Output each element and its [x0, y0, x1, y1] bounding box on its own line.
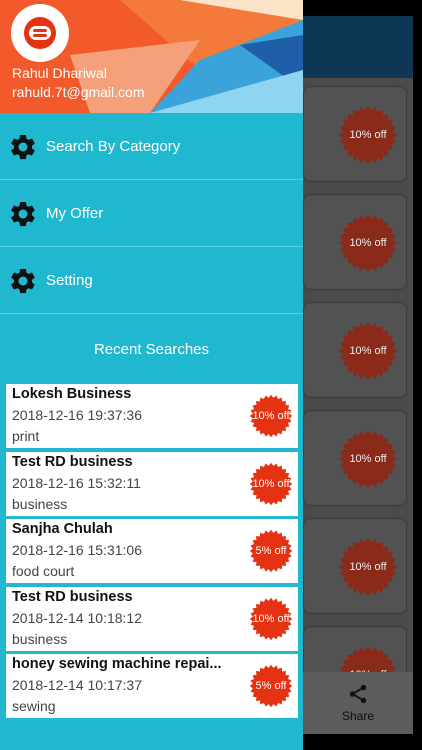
- drawer-header: Rahul Dhariwal rahuld.7t@gmail.com: [0, 0, 303, 113]
- avatar[interactable]: [11, 4, 69, 62]
- discount-label: 5% off: [255, 680, 287, 692]
- recent-searches-heading: Recent Searches: [93, 340, 210, 358]
- business-name: Sanjha Chulah: [12, 521, 113, 537]
- recent-search-item[interactable]: Test RD business 2018-12-16 15:32:11 bus…: [6, 452, 298, 516]
- share-icon: [349, 684, 367, 704]
- background-navbar: [303, 16, 413, 78]
- discount-badge: 10% off: [249, 597, 293, 641]
- offer-card[interactable]: 10% off: [303, 410, 407, 506]
- gear-icon: [11, 201, 35, 226]
- business-category: print: [12, 428, 40, 444]
- share-button[interactable]: Share: [303, 672, 413, 734]
- background-screen: 10% off 10% off 10% off 10% off 10% off …: [303, 0, 422, 750]
- offer-card[interactable]: 10% off: [303, 302, 407, 398]
- discount-badge: 10% off: [338, 105, 398, 165]
- business-name: Lokesh Business: [12, 386, 132, 402]
- recent-search-item[interactable]: Test RD business 2018-12-14 10:18:12 bus…: [6, 587, 298, 651]
- business-category: business: [12, 496, 68, 512]
- discount-label: 10% off: [349, 237, 387, 249]
- profile-email: rahuld.7t@gmail.com: [12, 84, 145, 100]
- search-timestamp: 2018-12-14 10:18:12: [12, 610, 142, 626]
- discount-badge: 10% off: [249, 462, 293, 506]
- menu-item-setting[interactable]: Setting: [0, 248, 303, 314]
- business-name: honey sewing machine repai...: [12, 656, 222, 672]
- search-timestamp: 2018-12-16 15:32:11: [12, 475, 141, 491]
- discount-label: 10% off: [349, 345, 387, 357]
- discount-label: 10% off: [349, 129, 387, 141]
- recent-search-item[interactable]: Lokesh Business 2018-12-16 19:37:36 prin…: [6, 384, 298, 448]
- profile-name: Rahul Dhariwal: [12, 65, 107, 81]
- discount-badge: 10% off: [338, 213, 398, 273]
- discount-badge: 10% off: [249, 394, 293, 438]
- gear-icon: [11, 134, 35, 159]
- menu-item-search-by-category[interactable]: Search By Category: [0, 114, 303, 180]
- menu-item-my-offer[interactable]: My Offer: [0, 181, 303, 247]
- business-name: Test RD business: [12, 454, 133, 470]
- menu-item-label: Search By Category: [46, 138, 181, 155]
- discount-label: 10% off: [349, 561, 387, 573]
- discount-badge: 10% off: [338, 537, 398, 597]
- offer-card[interactable]: 10% off: [303, 518, 407, 614]
- menu-item-label: My Offer: [46, 205, 104, 222]
- business-category: food court: [12, 563, 75, 579]
- share-label: Share: [341, 709, 375, 723]
- discount-label: 10% off: [349, 453, 387, 465]
- search-timestamp: 2018-12-16 19:37:36: [12, 407, 142, 423]
- business-category: sewing: [12, 698, 56, 714]
- recent-search-item[interactable]: Sanjha Chulah 2018-12-16 15:31:06 food c…: [6, 519, 298, 583]
- menu-item-label: Setting: [46, 272, 93, 289]
- discount-badge: 10% off: [338, 429, 398, 489]
- app-logo-icon: [24, 17, 56, 49]
- gear-icon: [11, 268, 35, 293]
- discount-badge: 5% off: [249, 529, 293, 573]
- recent-search-item[interactable]: honey sewing machine repai... 2018-12-14…: [6, 654, 298, 718]
- discount-badge: 5% off: [249, 664, 293, 708]
- discount-badge: 10% off: [338, 321, 398, 381]
- offer-card[interactable]: 10% off: [303, 194, 407, 290]
- discount-label: 5% off: [255, 545, 287, 557]
- discount-label: 10% off: [252, 410, 290, 422]
- business-name: Test RD business: [12, 589, 133, 605]
- search-timestamp: 2018-12-14 10:17:37: [12, 677, 142, 693]
- navigation-drawer: Rahul Dhariwal rahuld.7t@gmail.com Searc…: [0, 0, 303, 750]
- offer-card[interactable]: 10% off: [303, 86, 407, 182]
- discount-label: 10% off: [252, 613, 290, 625]
- business-category: business: [12, 631, 68, 647]
- discount-label: 10% off: [252, 478, 290, 490]
- search-timestamp: 2018-12-16 15:31:06: [12, 542, 142, 558]
- background-offer-list: 10% off 10% off 10% off 10% off 10% off: [303, 78, 413, 722]
